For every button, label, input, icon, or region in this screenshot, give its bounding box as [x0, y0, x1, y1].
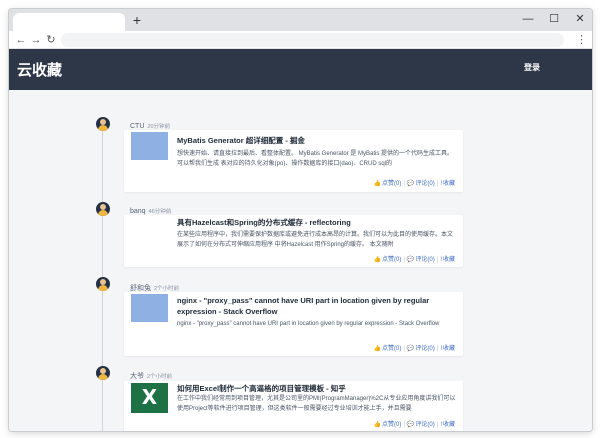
- comment-icon: 💬: [406, 181, 415, 187]
- comment-button[interactable]: 💬评论(0): [407, 346, 435, 352]
- site-header: 云收藏 登录: [9, 49, 592, 90]
- like-icon: 👍: [373, 257, 382, 263]
- address-bar[interactable]: [61, 33, 564, 47]
- browser-toolbar: ← → ↻ ⋮: [9, 31, 592, 49]
- browser-window: + — ☐ ✕ ← → ↻ ⋮ 云收藏 登录 CTU 20分钟前 MyBatis …: [9, 9, 592, 431]
- item-user[interactable]: 大爷: [130, 373, 144, 380]
- item-user[interactable]: 舒和兔: [130, 285, 151, 292]
- like-button[interactable]: 👍点赞(0): [374, 257, 402, 263]
- avatar[interactable]: [96, 117, 110, 131]
- item-meta: banq 46分钟前: [130, 207, 171, 215]
- collect-icon: !: [440, 346, 442, 352]
- item-actions: 👍点赞(0) | 💬评论(0) | !收藏: [373, 422, 455, 428]
- item-title[interactable]: 具有Hazelcast和Spring的分布式缓存 - reflectoring: [177, 217, 457, 228]
- collect-button[interactable]: !收藏: [440, 181, 455, 187]
- item-thumbnail[interactable]: [131, 294, 168, 322]
- timeline-feed: CTU 20分钟前 MyBatis Generator 超详细配置 - 掘金 想快…: [9, 90, 592, 431]
- browser-menu-icon[interactable]: ⋮: [576, 32, 587, 48]
- comment-button[interactable]: 💬评论(0): [407, 257, 435, 263]
- item-thumbnail[interactable]: X: [131, 383, 168, 413]
- item-actions: 👍点赞(0) | 💬评论(0) | !收藏: [373, 346, 455, 352]
- list-item: MyBatis Generator 超详细配置 - 掘金 想快速开始、请直接拉到…: [124, 130, 463, 192]
- item-title[interactable]: 如何用Excel制作一个高逼格的项目管理模板 - 知乎: [177, 383, 457, 394]
- like-icon: 👍: [373, 346, 382, 352]
- comment-button[interactable]: 💬评论(0): [407, 422, 435, 428]
- item-summary: 想快速开始、请直接拉到最后、看整体配置。 MyBatis Generator 是…: [177, 151, 454, 167]
- item-summary: 在工作中我们经常用到项目管理，尤其是公司里的PMI(ProgramManager…: [177, 396, 456, 412]
- login-link[interactable]: 登录: [524, 62, 540, 73]
- like-button[interactable]: 👍点赞(0): [374, 422, 402, 428]
- avatar[interactable]: [96, 277, 110, 291]
- collect-button[interactable]: !收藏: [440, 422, 455, 428]
- item-user[interactable]: banq: [130, 208, 146, 215]
- list-item: X 如何用Excel制作一个高逼格的项目管理模板 - 知乎 在工作中我们经常用到…: [124, 381, 463, 431]
- back-icon[interactable]: ←: [14, 32, 28, 48]
- avatar[interactable]: [96, 366, 110, 380]
- like-icon: 👍: [373, 181, 382, 187]
- item-meta: 大爷 2个小时前: [130, 371, 172, 381]
- like-icon: 👍: [373, 422, 382, 428]
- comment-button[interactable]: 💬评论(0): [407, 181, 435, 187]
- item-title[interactable]: nginx - "proxy_pass" cannot have URI par…: [177, 295, 457, 317]
- comment-icon: 💬: [406, 346, 415, 352]
- collect-icon: !: [440, 422, 442, 428]
- item-user[interactable]: CTU: [130, 123, 144, 130]
- minimize-button[interactable]: —: [516, 9, 540, 29]
- browser-tab[interactable]: [13, 13, 125, 31]
- item-thumbnail[interactable]: [131, 132, 168, 160]
- maximize-button[interactable]: ☐: [542, 9, 566, 29]
- item-actions: 👍点赞(0) | 💬评论(0) | !收藏: [373, 257, 455, 263]
- timeline-line: [102, 120, 103, 431]
- like-button[interactable]: 👍点赞(0): [374, 346, 402, 352]
- like-button[interactable]: 👍点赞(0): [374, 181, 402, 187]
- list-item: nginx - "proxy_pass" cannot have URI par…: [124, 292, 463, 356]
- comment-icon: 💬: [406, 257, 415, 263]
- item-time: 2个小时前: [147, 374, 173, 380]
- excel-icon: X: [141, 385, 158, 409]
- close-button[interactable]: ✕: [568, 9, 592, 29]
- collect-icon: !: [440, 181, 442, 187]
- item-summary: nginx - "proxy_pass" cannot have URI par…: [177, 321, 440, 327]
- collect-button[interactable]: !收藏: [440, 346, 455, 352]
- list-item: 具有Hazelcast和Spring的分布式缓存 - reflectoring …: [124, 215, 463, 267]
- item-summary: 在某些应用程序中，我们需要保护数据库或避免进行成本高昂的计算。我们可以为此目的使…: [177, 232, 454, 248]
- item-title[interactable]: MyBatis Generator 超详细配置 - 掘金: [177, 135, 457, 146]
- avatar[interactable]: [96, 202, 110, 216]
- site-logo[interactable]: 云收藏: [17, 59, 62, 80]
- reload-icon[interactable]: ↻: [44, 32, 58, 48]
- item-meta: CTU 20分钟前: [130, 122, 170, 130]
- collect-button[interactable]: !收藏: [440, 257, 455, 263]
- tab-bar: + — ☐ ✕: [9, 9, 592, 31]
- comment-icon: 💬: [406, 422, 415, 428]
- new-tab-button[interactable]: +: [129, 12, 145, 28]
- forward-icon[interactable]: →: [29, 32, 43, 48]
- collect-icon: !: [440, 257, 442, 263]
- item-actions: 👍点赞(0) | 💬评论(0) | !收藏: [373, 181, 455, 187]
